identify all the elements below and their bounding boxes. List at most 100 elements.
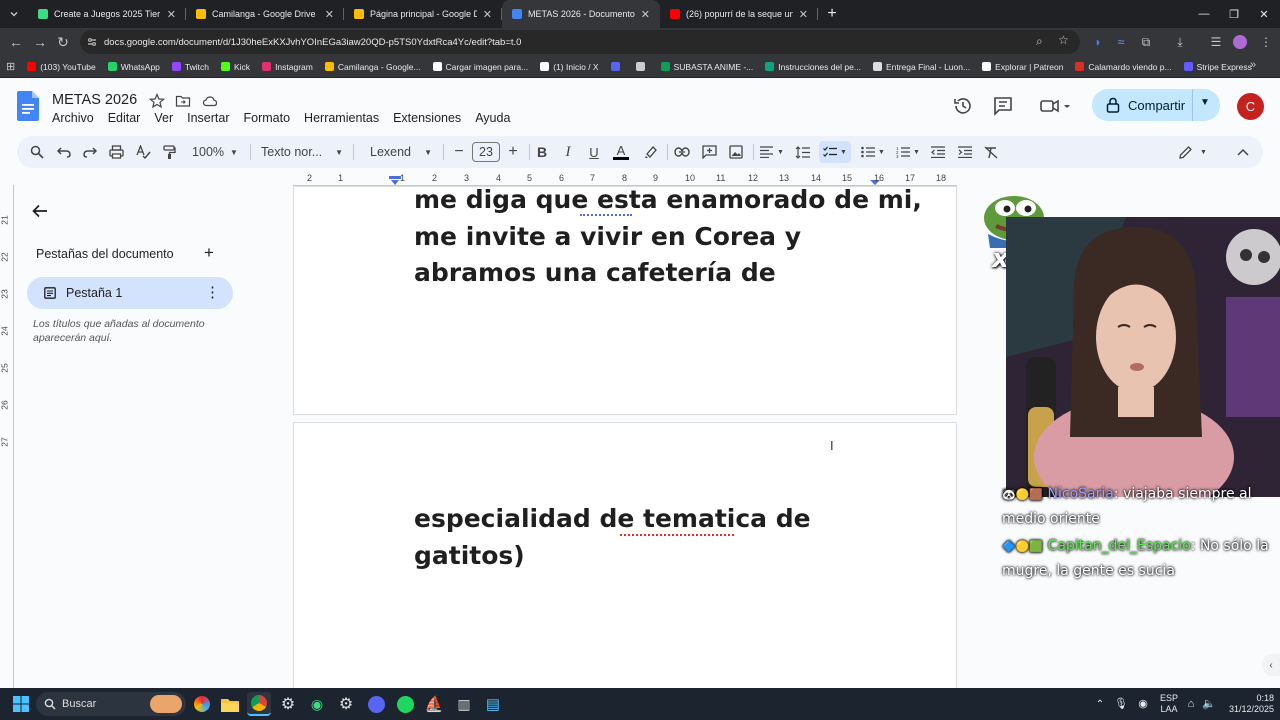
bookmark-item[interactable]: Camilanga - Google...: [324, 62, 421, 72]
bookmark-item[interactable]: Instagram: [262, 62, 313, 72]
share-button[interactable]: Compartir ▼: [1092, 89, 1220, 121]
page2-text[interactable]: especialidad de tematica de gatitos): [414, 501, 811, 574]
close-tab-icon[interactable]: ✕: [641, 8, 650, 21]
forward-button[interactable]: →: [28, 30, 52, 54]
menu-item[interactable]: Extensiones: [393, 111, 461, 125]
browser-tab[interactable]: Página principal - Google Drive ✕: [344, 0, 502, 28]
cloud-saved-icon[interactable]: [202, 93, 218, 109]
steam-app-icon[interactable]: ⛵: [422, 692, 446, 716]
paragraph-style-select[interactable]: Texto nor... ▼: [257, 141, 347, 163]
close-window-button[interactable]: ✕: [1248, 0, 1280, 28]
text-color-icon[interactable]: A: [611, 141, 631, 163]
editing-mode-select[interactable]: ▼: [1173, 141, 1213, 163]
clock[interactable]: 0:18 31/12/2025: [1222, 688, 1274, 720]
bookmark-item[interactable]: Cargar imagen para...: [432, 62, 528, 72]
show-hidden-icons-icon[interactable]: ⌃: [1092, 688, 1108, 720]
meet-call-icon[interactable]: [1038, 95, 1072, 117]
search-menus-icon[interactable]: [27, 141, 47, 163]
tab-search-button[interactable]: [0, 0, 28, 28]
page1-text[interactable]: me diga que esta enamorado de mi, me inv…: [414, 182, 922, 292]
new-tab-button[interactable]: +: [818, 0, 846, 28]
menu-item[interactable]: Herramientas: [304, 111, 379, 125]
insert-image-icon[interactable]: [726, 141, 746, 163]
app-icon[interactable]: ◉: [305, 692, 329, 716]
bookmark-item[interactable]: (103) YouTube: [27, 62, 96, 72]
bookmark-item[interactable]: Calamardo viendo p...: [1075, 62, 1172, 72]
microphone-icon[interactable]: 🎙: [1114, 688, 1128, 720]
restore-button[interactable]: ❐: [1218, 0, 1250, 28]
extensions-puzzle-icon[interactable]: ⧉: [1136, 32, 1156, 52]
windows-start-icon[interactable]: [13, 696, 29, 712]
browser-tab[interactable]: Create a Juegos 2025 Tier List - ✕: [28, 0, 186, 28]
spotify-app-icon[interactable]: [393, 692, 417, 716]
menu-item[interactable]: Archivo: [52, 111, 94, 125]
bookmark-item[interactable]: SUBASTA ANIME -...: [660, 62, 753, 72]
location-icon[interactable]: ◉: [1134, 688, 1152, 720]
font-size-input[interactable]: 23: [472, 142, 500, 162]
comments-icon[interactable]: [992, 95, 1014, 117]
side-panel-toggle-icon[interactable]: ‹: [1262, 654, 1280, 676]
bulleted-list-select[interactable]: ▼: [858, 141, 888, 163]
move-folder-icon[interactable]: [175, 93, 191, 109]
bookmark-item[interactable]: Explorar | Patreon: [982, 62, 1063, 72]
checklist-select[interactable]: ▼: [819, 141, 851, 163]
clear-formatting-icon[interactable]: [981, 141, 1001, 163]
notepad-app-icon[interactable]: ▤: [481, 692, 505, 716]
bookmark-item[interactable]: Stripe Express: [1183, 62, 1252, 72]
spellcheck-icon[interactable]: [133, 141, 153, 163]
language-indicator[interactable]: ESP LAA: [1157, 688, 1181, 720]
discord-app-icon[interactable]: [364, 692, 388, 716]
download-icon[interactable]: ⤓: [1170, 32, 1190, 52]
url-field[interactable]: docs.google.com/document/d/1J30heExKXJvh…: [80, 30, 1080, 54]
underline-icon[interactable]: U: [584, 141, 604, 163]
arrow-back-icon[interactable]: [32, 204, 48, 218]
menu-item[interactable]: Formato: [244, 111, 291, 125]
numbered-list-select[interactable]: 1 2 3 ▼: [893, 141, 923, 163]
insert-link-icon[interactable]: [672, 141, 692, 163]
font-select[interactable]: Lexend ▼: [366, 141, 436, 163]
chrome-app-icon[interactable]: [247, 692, 271, 716]
highlight-color-icon[interactable]: [640, 141, 660, 163]
browser-menu-icon[interactable]: ⋮: [1256, 32, 1276, 52]
apps-grid-icon[interactable]: ⊞: [6, 60, 15, 73]
bookmark-star-icon[interactable]: ☆: [1058, 33, 1069, 47]
decrease-font-size-button[interactable]: −: [449, 141, 469, 163]
zoom-lens-icon[interactable]: ⌕: [1036, 34, 1043, 49]
add-tab-button[interactable]: +: [204, 243, 214, 263]
taskbar-search[interactable]: Buscar: [36, 692, 186, 716]
document-page-2[interactable]: especialidad de tematica de gatitos) I: [293, 422, 957, 702]
site-info-icon[interactable]: [86, 36, 98, 48]
menu-item[interactable]: Ayuda: [475, 111, 510, 125]
browser-tab[interactable]: Camilanga - Google Drive ✕: [186, 0, 344, 28]
undo-icon[interactable]: [54, 141, 74, 163]
settings-gear-icon[interactable]: ⚙: [276, 692, 300, 716]
print-icon[interactable]: [106, 141, 126, 163]
menu-item[interactable]: Ver: [154, 111, 173, 125]
menu-item[interactable]: Editar: [108, 111, 141, 125]
close-tab-icon[interactable]: ✕: [483, 8, 492, 21]
decrease-indent-icon[interactable]: [928, 141, 948, 163]
close-tab-icon[interactable]: ✕: [799, 8, 808, 21]
gear-app-icon[interactable]: ⚙: [334, 692, 358, 716]
minimize-button[interactable]: —: [1188, 0, 1220, 28]
document-title[interactable]: METAS 2026: [52, 92, 137, 108]
reload-button[interactable]: ↻: [51, 30, 75, 54]
docs-logo-icon[interactable]: [17, 91, 39, 121]
reading-list-icon[interactable]: ☰: [1206, 32, 1226, 52]
bookmark-item[interactable]: Entrega Final - Luon...: [872, 62, 970, 72]
bookmark-item[interactable]: Instrucciones del pe...: [765, 62, 861, 72]
account-avatar[interactable]: C: [1237, 93, 1264, 120]
align-select[interactable]: ▼: [758, 141, 786, 163]
copilot-app-icon[interactable]: [190, 692, 214, 716]
extension-icon[interactable]: ◗: [1088, 32, 1108, 52]
paint-format-icon[interactable]: [159, 141, 179, 163]
more-bookmarks-icon[interactable]: »: [1250, 59, 1256, 71]
bold-icon[interactable]: B: [532, 141, 552, 163]
zoom-select[interactable]: 100% ▼: [187, 141, 243, 163]
browser-tab[interactable]: METAS 2026 - Documentos de ✕: [502, 0, 660, 28]
app-icon[interactable]: ▥: [452, 692, 476, 716]
bookmark-item[interactable]: [610, 62, 624, 71]
star-icon[interactable]: [149, 93, 165, 109]
share-dropdown-icon[interactable]: ▼: [1200, 97, 1210, 108]
increase-font-size-button[interactable]: +: [503, 141, 523, 163]
